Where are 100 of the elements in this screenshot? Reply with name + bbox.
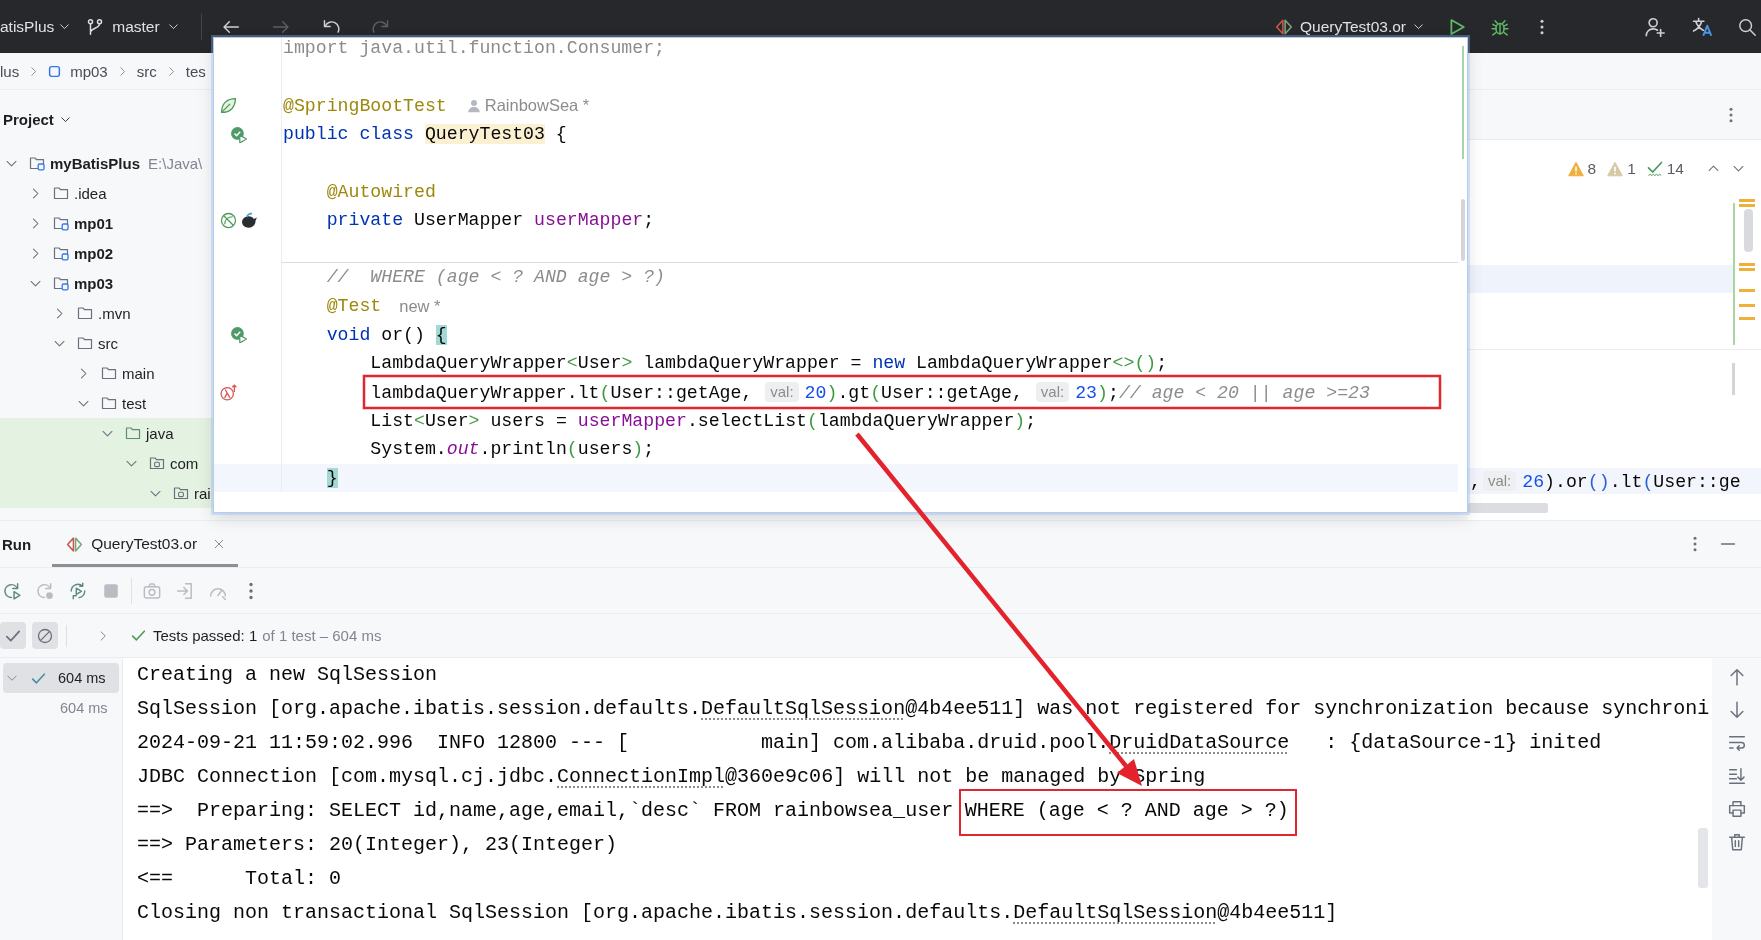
code-line: void or() { xyxy=(326,324,447,345)
module-folder-icon xyxy=(29,155,45,171)
inspection-counter[interactable]: 8 xyxy=(1567,159,1597,178)
inspection-counter[interactable]: 1 xyxy=(1607,159,1636,178)
tree-label: main xyxy=(122,364,155,382)
scrollbar-thumb[interactable] xyxy=(1732,363,1735,395)
no-entry-icon xyxy=(37,627,53,644)
tree-row[interactable]: mp03 xyxy=(0,268,213,298)
console-link[interactable]: DefaultSqlSession xyxy=(701,697,906,720)
tree-label: mp02 xyxy=(74,244,114,262)
search-icon[interactable] xyxy=(1738,17,1756,36)
play-icon[interactable] xyxy=(1448,17,1466,36)
scroll-to-end-icon[interactable] xyxy=(1727,767,1746,785)
code-line: public class QueryTest03 { xyxy=(283,124,567,145)
tree-row[interactable]: rai xyxy=(0,478,213,508)
breadcrumb-link[interactable]: mp03 xyxy=(70,62,108,80)
bird-icon[interactable] xyxy=(241,211,258,229)
print-icon[interactable] xyxy=(1727,800,1746,818)
tree-row[interactable]: mp01 xyxy=(0,208,213,238)
bug-icon[interactable] xyxy=(1491,17,1509,36)
rerun-icon[interactable] xyxy=(3,581,21,600)
branch-icon xyxy=(86,17,105,36)
console-line: 2024-09-21 11:59:02.996 INFO 12800 --- [ main] com.alibaba.druid.pool.DruidDataSource : {dataSource-1} inited xyxy=(137,730,1602,756)
console-line: SqlSession [org.apache.ibatis.session.defaults.DefaultSqlSession@4b4ee511] was not registered for synchronization because synchroni xyxy=(137,696,1710,722)
filter-toggle[interactable] xyxy=(0,622,26,649)
scrollbar-thumb[interactable] xyxy=(1468,503,1548,513)
check-squiggle-icon xyxy=(1646,160,1663,177)
filter-toggle[interactable] xyxy=(32,622,58,649)
view-selector[interactable]: Project xyxy=(3,110,71,128)
author-hint[interactable]: new * xyxy=(399,296,441,316)
test-status: Tests passed: 1 xyxy=(153,627,258,644)
check-icon xyxy=(31,670,46,686)
code-line: import java.util.function.Consumer; xyxy=(283,38,665,59)
chevron-down-icon xyxy=(59,21,71,32)
console-link[interactable]: DefaultSqlSession xyxy=(1013,901,1218,924)
branch-dropdown[interactable]: master xyxy=(86,17,179,36)
close-icon[interactable] xyxy=(213,538,226,550)
person-add-icon[interactable] xyxy=(1645,16,1665,37)
code-line: @SpringBootTest xyxy=(283,95,447,116)
trash-icon[interactable] xyxy=(1727,833,1746,851)
breadcrumb-link[interactable]: tes xyxy=(185,62,206,80)
project-switcher[interactable]: atisPlus xyxy=(0,17,71,36)
tree-row[interactable]: mp02 xyxy=(0,238,213,268)
translate-icon[interactable] xyxy=(1692,16,1712,37)
check-play-icon[interactable] xyxy=(230,125,247,143)
tree-label: src xyxy=(98,334,118,352)
warning-icon xyxy=(1607,160,1624,177)
undo-icon[interactable] xyxy=(321,17,340,36)
console-line: ==> Parameters: 20(Integer), 23(Integer) xyxy=(137,832,618,858)
run-tab[interactable]: QueryTest03.or xyxy=(52,521,239,567)
folder-icon xyxy=(77,305,93,321)
tree-row[interactable]: .idea xyxy=(0,178,213,208)
panel-title: Run xyxy=(2,535,32,553)
module-folder-icon xyxy=(53,245,69,261)
tree-row[interactable]: test xyxy=(0,388,213,418)
console-line: <== Total: 0 xyxy=(137,866,342,892)
console-link[interactable]: ConnectionImpl xyxy=(557,765,726,788)
module-square-icon xyxy=(48,64,62,78)
code-line: @Test xyxy=(326,296,382,317)
arrow-up-icon[interactable] xyxy=(1727,668,1746,686)
code-line: System.out.println(users); xyxy=(370,439,655,460)
code-line: , val: 26).or().lt(User::ge xyxy=(1470,470,1741,492)
scrollbar-thumb[interactable] xyxy=(1744,209,1753,252)
double-triangle-icon xyxy=(66,535,84,553)
code-line: // WHERE (age < ? AND age > ?) xyxy=(326,267,665,288)
tree-row[interactable]: src xyxy=(0,328,213,358)
code-line: List<User> users = userMapper.selectList(lambdaQueryWrapper); xyxy=(370,410,1037,431)
arrow-down-icon[interactable] xyxy=(1727,701,1746,719)
run-config-dropdown[interactable]: QueryTest03.or xyxy=(1275,17,1424,36)
selected-result-row[interactable]: 604 ms xyxy=(3,663,119,693)
cycle-play-icon[interactable] xyxy=(69,581,87,600)
folder-icon xyxy=(125,425,141,441)
test-status-detail: of 1 test – 604 ms xyxy=(262,627,382,644)
leaf-icon[interactable] xyxy=(220,97,237,115)
tree-row[interactable]: main xyxy=(0,358,213,388)
breadcrumb-link[interactable]: src xyxy=(136,62,157,80)
tree-row[interactable]: myBatisPlus E:\Java\ xyxy=(0,148,213,178)
tree-label: .idea xyxy=(74,184,107,202)
console-link[interactable]: DruidDataSource xyxy=(1109,731,1290,754)
check-icon xyxy=(131,628,146,643)
highlight-box: WHERE (age < ? AND age > ?) xyxy=(959,789,1298,836)
double-triangle-icon xyxy=(1275,17,1294,36)
tree-label: myBatisPlus xyxy=(50,154,141,172)
tree-row[interactable]: java xyxy=(0,418,213,448)
tree-label: test xyxy=(122,394,147,412)
person-icon xyxy=(466,98,481,113)
tree-row[interactable]: .mvn xyxy=(0,298,213,328)
folder-icon xyxy=(101,365,117,381)
breadcrumb-link[interactable]: lus xyxy=(0,62,20,80)
check-play-icon[interactable] xyxy=(230,326,247,344)
chevron-down-icon xyxy=(1413,21,1424,32)
result-row[interactable]: 604 ms xyxy=(3,693,119,723)
package-folder-icon xyxy=(149,455,165,471)
tree-row[interactable]: com xyxy=(0,448,213,478)
inspection-counter[interactable]: 14 xyxy=(1646,159,1684,178)
scrollbar-thumb[interactable] xyxy=(1698,828,1708,888)
soft-wrap-icon[interactable] xyxy=(1727,734,1746,752)
author-hint[interactable]: RainbowSea * xyxy=(484,96,590,116)
package-folder-icon xyxy=(173,485,189,501)
scrollbar-thumb[interactable] xyxy=(1460,199,1465,261)
